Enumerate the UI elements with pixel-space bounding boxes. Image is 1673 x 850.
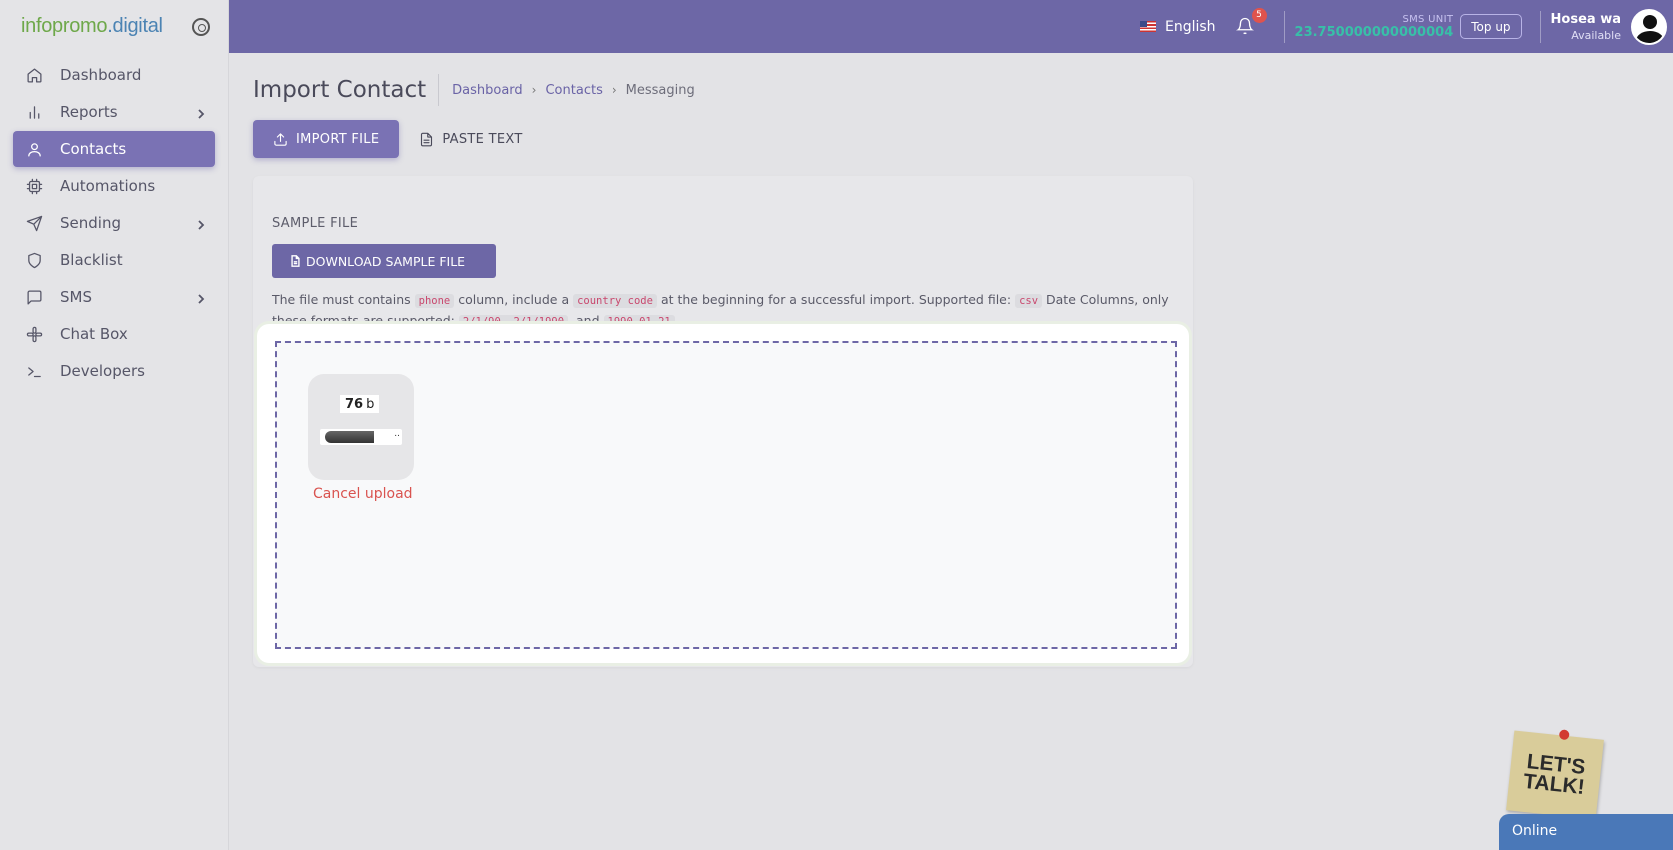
upload-progress-bar: .. (320, 429, 402, 445)
download-sample-label: DOWNLOAD SAMPLE FILE (306, 253, 466, 269)
upload-icon (274, 132, 287, 146)
home-icon (25, 66, 43, 84)
sidebar-item-label: Contacts (60, 140, 127, 158)
sidebar-item-label: Developers (60, 362, 145, 380)
cancel-upload-link[interactable]: Cancel upload (313, 486, 413, 502)
sms-unit-label: SMS UNIT (1402, 13, 1454, 25)
breadcrumb-contacts[interactable]: Contacts (545, 83, 602, 98)
sidebar-nav: Dashboard Reports Contacts Automations S… (0, 53, 228, 389)
import-card: SAMPLE FILE DOWNLOAD SAMPLE FILE The fil… (253, 176, 1193, 667)
file-size-unit: b (366, 396, 375, 412)
sidebar-item-label: Sending (60, 214, 121, 232)
tab-import-file[interactable]: IMPORT FILE (253, 120, 400, 158)
lets-talk-widget[interactable]: LET'S TALK! (1506, 729, 1604, 820)
code-phone: phone (414, 294, 455, 308)
file-size-number: 76 (345, 396, 364, 412)
sms-unit-balance: SMS UNIT 23.750000000000004 (1295, 14, 1454, 40)
notification-badge: 5 (1251, 7, 1267, 23)
upload-progress-fill (325, 431, 374, 443)
sidebar-item-label: Blacklist (60, 251, 123, 269)
shield-icon (25, 251, 43, 269)
chevron-right-icon (195, 217, 207, 230)
progress-dots: .. (394, 429, 400, 439)
download-sample-button[interactable]: DOWNLOAD SAMPLE FILE (272, 244, 496, 278)
breadcrumb-separator-icon: › (611, 83, 617, 97)
chevron-right-icon (195, 291, 207, 304)
slack-icon (25, 325, 43, 343)
sidebar-item-dashboard[interactable]: Dashboard (13, 57, 215, 93)
sidebar-item-contacts[interactable]: Contacts (13, 131, 215, 167)
bell-icon (1235, 17, 1254, 34)
user-name: Hosea wa (1550, 11, 1621, 27)
tab-label: PASTE TEXT (442, 131, 523, 147)
file-preview: 76 b .. (308, 374, 414, 480)
sample-file-label: SAMPLE FILE (272, 216, 359, 231)
divider (1283, 10, 1285, 43)
sidebar-item-label: Reports (60, 103, 118, 121)
code-csv: csv (1015, 294, 1043, 308)
bar-chart-icon (25, 103, 43, 121)
sms-unit-value: 23.750000000000004 (1294, 24, 1454, 40)
file-dropzone[interactable]: 76 b .. Cancel upload (275, 341, 1177, 649)
sidebar-toggle-icon[interactable] (192, 17, 210, 36)
terminal-icon (25, 362, 43, 380)
page-header: Import Contact Dashboard › Contacts › Me… (253, 74, 695, 106)
sidebar: infopromo.digital Dashboard Reports Cont… (0, 0, 229, 850)
sidebar-item-developers[interactable]: Developers (13, 353, 215, 389)
sidebar-item-blacklist[interactable]: Blacklist (13, 242, 215, 278)
sidebar-item-chat-box[interactable]: Chat Box (13, 316, 215, 352)
document-icon (421, 132, 433, 146)
user-status: Available (1571, 28, 1621, 42)
sidebar-item-label: Dashboard (60, 66, 142, 84)
avatar[interactable] (1631, 8, 1667, 45)
sticky-text-line2: TALK! (1522, 769, 1586, 800)
cpu-icon (25, 177, 43, 195)
note-text: column, include a (458, 292, 570, 307)
tab-paste-text[interactable]: PASTE TEXT (399, 120, 542, 158)
user-info[interactable]: Hosea wa Available (1551, 12, 1621, 42)
code-country-code: country code (573, 294, 657, 308)
sidebar-item-automations[interactable]: Automations (13, 168, 215, 204)
language-label: English (1164, 18, 1216, 35)
chevron-right-icon (195, 106, 207, 119)
sidebar-item-label: SMS (60, 288, 92, 306)
tab-label: IMPORT FILE (296, 131, 380, 147)
sidebar-item-label: Automations (60, 177, 156, 195)
brand-bar: infopromo.digital (0, 0, 228, 53)
message-icon (25, 288, 43, 306)
sidebar-item-sending[interactable]: Sending (13, 205, 215, 241)
sidebar-item-reports[interactable]: Reports (13, 94, 215, 130)
logo-text-part1: infopromo (21, 15, 108, 37)
language-selector[interactable]: English (1139, 18, 1216, 35)
note-text: at the beginning for a successful import… (660, 292, 1012, 307)
brand-logo[interactable]: infopromo.digital (21, 15, 163, 38)
breadcrumb-separator-icon: › (531, 83, 537, 97)
file-size: 76 b (340, 395, 380, 413)
top-up-button[interactable]: Top up (1460, 14, 1522, 39)
sidebar-item-label: Chat Box (60, 325, 128, 343)
us-flag-icon (1139, 21, 1156, 32)
logo-text-part2: .digital (107, 15, 163, 37)
dropzone-container: 76 b .. Cancel upload (257, 324, 1189, 663)
file-icon (291, 255, 300, 267)
breadcrumb-current: Messaging (625, 82, 695, 98)
user-icon (25, 140, 43, 158)
note-text: The file must contains (272, 292, 411, 307)
pin-icon (1558, 729, 1570, 741)
divider (1539, 10, 1541, 43)
send-icon (25, 214, 43, 232)
notification-button[interactable]: 5 (1235, 7, 1267, 37)
import-tabs: IMPORT FILE PASTE TEXT (253, 120, 543, 158)
page-title: Import Contact (253, 74, 440, 106)
breadcrumb: Dashboard › Contacts › Messaging (452, 83, 695, 98)
sidebar-item-sms[interactable]: SMS (13, 279, 215, 315)
top-bar: English 5 SMS UNIT 23.750000000000004 To… (229, 0, 1673, 53)
breadcrumb-dashboard[interactable]: Dashboard (452, 83, 523, 98)
chat-online-status[interactable]: Online (1499, 814, 1673, 850)
